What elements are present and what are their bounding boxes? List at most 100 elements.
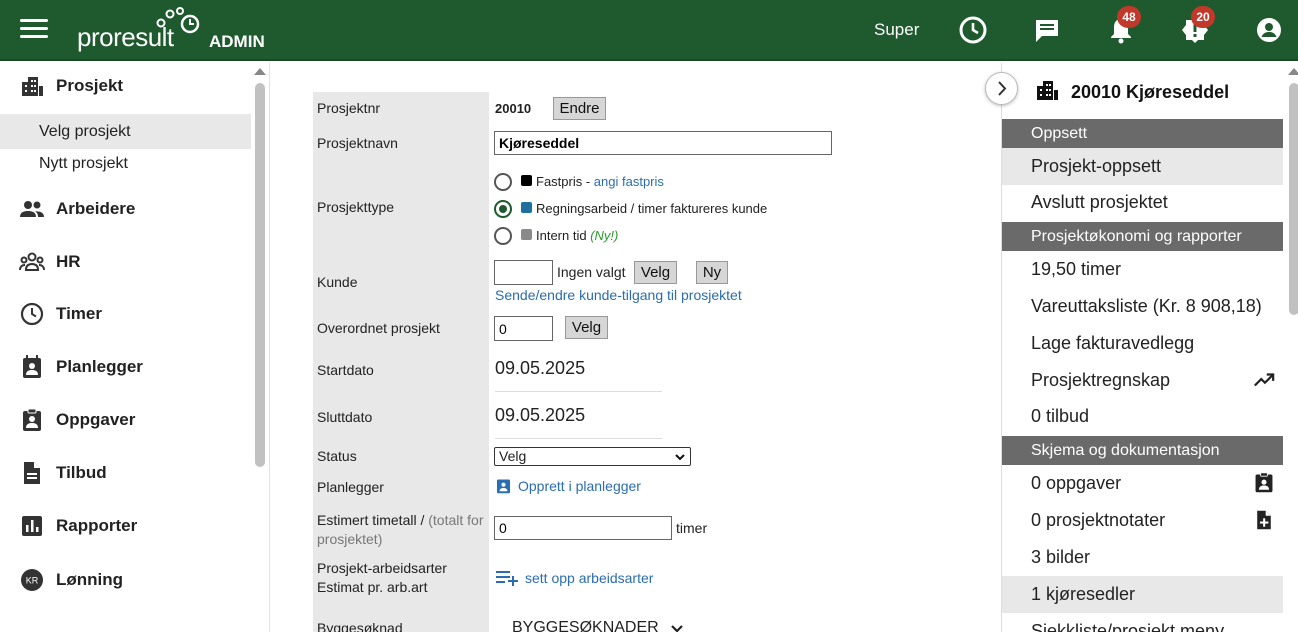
sidebar-subitem-velg-prosjekt[interactable]: Velg prosjekt (0, 114, 251, 149)
panel-item-label: 0 oppgaver (1031, 473, 1122, 493)
arbeidsarter-link[interactable]: sett opp arbeidsarter (525, 570, 653, 586)
prosjektnr-label: Prosjektnr (317, 100, 381, 116)
account-icon[interactable] (1253, 14, 1285, 46)
status-select[interactable]: Velg (494, 447, 691, 466)
byggesoknad-label: Byggesøknad (317, 620, 403, 632)
panel-item-timer[interactable]: 19,50 timer (1002, 251, 1283, 288)
byggesoknad-dropdown[interactable]: BYGGESØKNADER (512, 619, 685, 632)
notifications-badge: 48 (1117, 6, 1141, 28)
panel-item-tilbud[interactable]: 0 tilbud (1002, 398, 1283, 435)
startdato-field[interactable]: 09.05.2025 (495, 358, 662, 392)
panel-item-label: 0 prosjektnotater (1031, 510, 1166, 530)
estimert-label: Estimert timetall / (totalt for prosjekt… (317, 511, 487, 549)
panel-item-prosjektnotater[interactable]: 0 prosjektnotater (1002, 502, 1283, 539)
radio-regningsarbeid[interactable] (494, 200, 512, 218)
project-form: Prosjektnr 20010 Endre Prosjektnavn Pros… (272, 63, 1000, 632)
planlegger-link[interactable]: Opprett i planlegger (518, 478, 641, 494)
panel-item-vareuttaksliste[interactable]: Vareuttaksliste (Kr. 8 908,18) (1002, 288, 1283, 325)
collapse-panel-button[interactable] (985, 72, 1018, 105)
overordnet-velg-button[interactable]: Velg (565, 316, 608, 339)
kunde-ny-button[interactable]: Ny (696, 261, 728, 284)
fastpris-option: Fastpris - angi fastpris (536, 174, 664, 189)
intern-tid-color-swatch (521, 229, 532, 240)
menu-icon[interactable] (20, 19, 48, 39)
contact-calendar-icon (23, 355, 41, 378)
sidebar-item-label: Rapporter (56, 516, 138, 535)
user-name[interactable]: Super (874, 20, 919, 40)
regningsarbeid-color-swatch (521, 202, 532, 213)
building-icon (22, 77, 43, 96)
prosjektnavn-label: Prosjektnavn (317, 135, 398, 151)
sidebar-item-planlegger[interactable]: Planlegger (0, 349, 252, 385)
trending-up-icon (1254, 373, 1275, 387)
sidebar-item-label: Lønning (56, 570, 124, 589)
kunde-none-text: Ingen valgt (557, 264, 626, 280)
panel-scrollbar[interactable] (1289, 83, 1298, 315)
sluttdato-field[interactable]: 09.05.2025 (495, 405, 662, 439)
sidebar-subitem-nytt-prosjekt[interactable]: Nytt prosjekt (0, 146, 251, 181)
intern-tid-option: Intern tid (Ny!) (536, 228, 618, 243)
panel-item-oppgaver[interactable]: 0 oppgaver (1002, 465, 1283, 502)
kunde-input[interactable] (494, 260, 553, 285)
alerts-button[interactable]: 20 (1179, 6, 1215, 46)
clipboard-user-icon (23, 408, 41, 431)
kunde-tilgang-link[interactable]: Sende/endre kunde-tilgang til prosjektet (495, 287, 742, 303)
sidebar-scrollbar[interactable] (255, 83, 265, 467)
top-bar: proresult ADMIN Super 48 20 (0, 0, 1298, 61)
panel-item-sjekkliste[interactable]: Sjekkliste/prosjekt meny (1002, 613, 1283, 632)
kunde-velg-button[interactable]: Velg (634, 261, 677, 284)
project-side-panel: 20010 Kjøreseddel Oppsett Prosjekt-oppse… (1001, 63, 1298, 632)
clock-icon[interactable] (957, 14, 989, 46)
panel-item-kjoresedler[interactable]: 1 kjøresedler (1002, 576, 1283, 613)
panel-item-label: Prosjektregnskap (1031, 370, 1171, 390)
sidebar-item-hr[interactable]: HR (0, 244, 252, 280)
estimert-label-text: Estimert timetall / (317, 512, 425, 528)
prosjektnavn-input[interactable] (494, 131, 832, 155)
arbeidsarter-label-2: Estimat pr. arb.art (317, 579, 428, 595)
sidebar-item-label: Arbeidere (56, 199, 136, 218)
chevron-down-icon (675, 454, 685, 461)
sidebar-item-label: Oppgaver (56, 410, 136, 429)
sidebar-item-lonning[interactable]: KR Lønning (0, 562, 252, 598)
clock-icon (20, 302, 44, 326)
angi-fastpris-link[interactable]: angi fastpris (594, 174, 664, 189)
sidebar-item-arbeidere[interactable]: Arbeidere (0, 191, 252, 227)
sidebar-item-label: Planlegger (56, 357, 143, 376)
overordnet-input[interactable] (494, 316, 553, 341)
sidebar-item-prosjekt[interactable]: Prosjekt (0, 68, 252, 104)
endre-button[interactable]: Endre (553, 97, 606, 120)
overordnet-label: Overordnet prosjekt (317, 320, 440, 336)
alerts-badge: 20 (1191, 6, 1215, 28)
kr-coin-icon: KR (21, 569, 43, 591)
sidebar-item-label: Prosjekt (56, 76, 124, 95)
sidebar-item-label: Timer (56, 304, 102, 323)
panel-item-prosjekt-oppsett[interactable]: Prosjekt-oppsett (1002, 148, 1283, 185)
startdato-label: Startdato (317, 362, 374, 378)
sidebar-item-rapporter[interactable]: Rapporter (0, 508, 252, 544)
scroll-up-icon[interactable] (1288, 68, 1298, 75)
planlegger-link-wrap[interactable]: Opprett i planlegger (495, 477, 641, 495)
radio-intern-tid[interactable] (494, 227, 512, 245)
status-selected-value: Velg (499, 448, 527, 464)
notifications-button[interactable]: 48 (1105, 6, 1141, 46)
scroll-up-icon[interactable] (254, 68, 266, 75)
panel-item-fakturavedlegg[interactable]: Lage fakturavedlegg (1002, 325, 1283, 362)
chat-icon[interactable] (1031, 14, 1063, 46)
sidebar-item-oppgaver[interactable]: Oppgaver (0, 402, 252, 438)
playlist-add-icon (496, 571, 518, 586)
arbeidsarter-link-wrap[interactable]: sett opp arbeidsarter (495, 568, 653, 588)
new-note: (Ny!) (590, 228, 619, 243)
sidebar-item-timer[interactable]: Timer (0, 296, 252, 332)
sidebar-item-tilbud[interactable]: Tilbud (0, 455, 252, 491)
panel-item-bilder[interactable]: 3 bilder (1002, 539, 1283, 576)
logo-clock-icon (156, 7, 200, 34)
sidebar-subitem-label: Nytt prosjekt (39, 154, 128, 172)
estimert-input[interactable] (494, 516, 672, 540)
fastpris-label: Fastpris (536, 174, 583, 189)
radio-fastpris[interactable] (494, 173, 512, 191)
panel-item-avslutt-prosjektet[interactable]: Avslutt prosjektet (1002, 184, 1283, 221)
group-icon (19, 252, 45, 271)
intern-tid-label: Intern tid (536, 228, 587, 243)
logo-admin-label: ADMIN (209, 32, 265, 51)
panel-item-prosjektregnskap[interactable]: Prosjektregnskap (1002, 362, 1283, 399)
